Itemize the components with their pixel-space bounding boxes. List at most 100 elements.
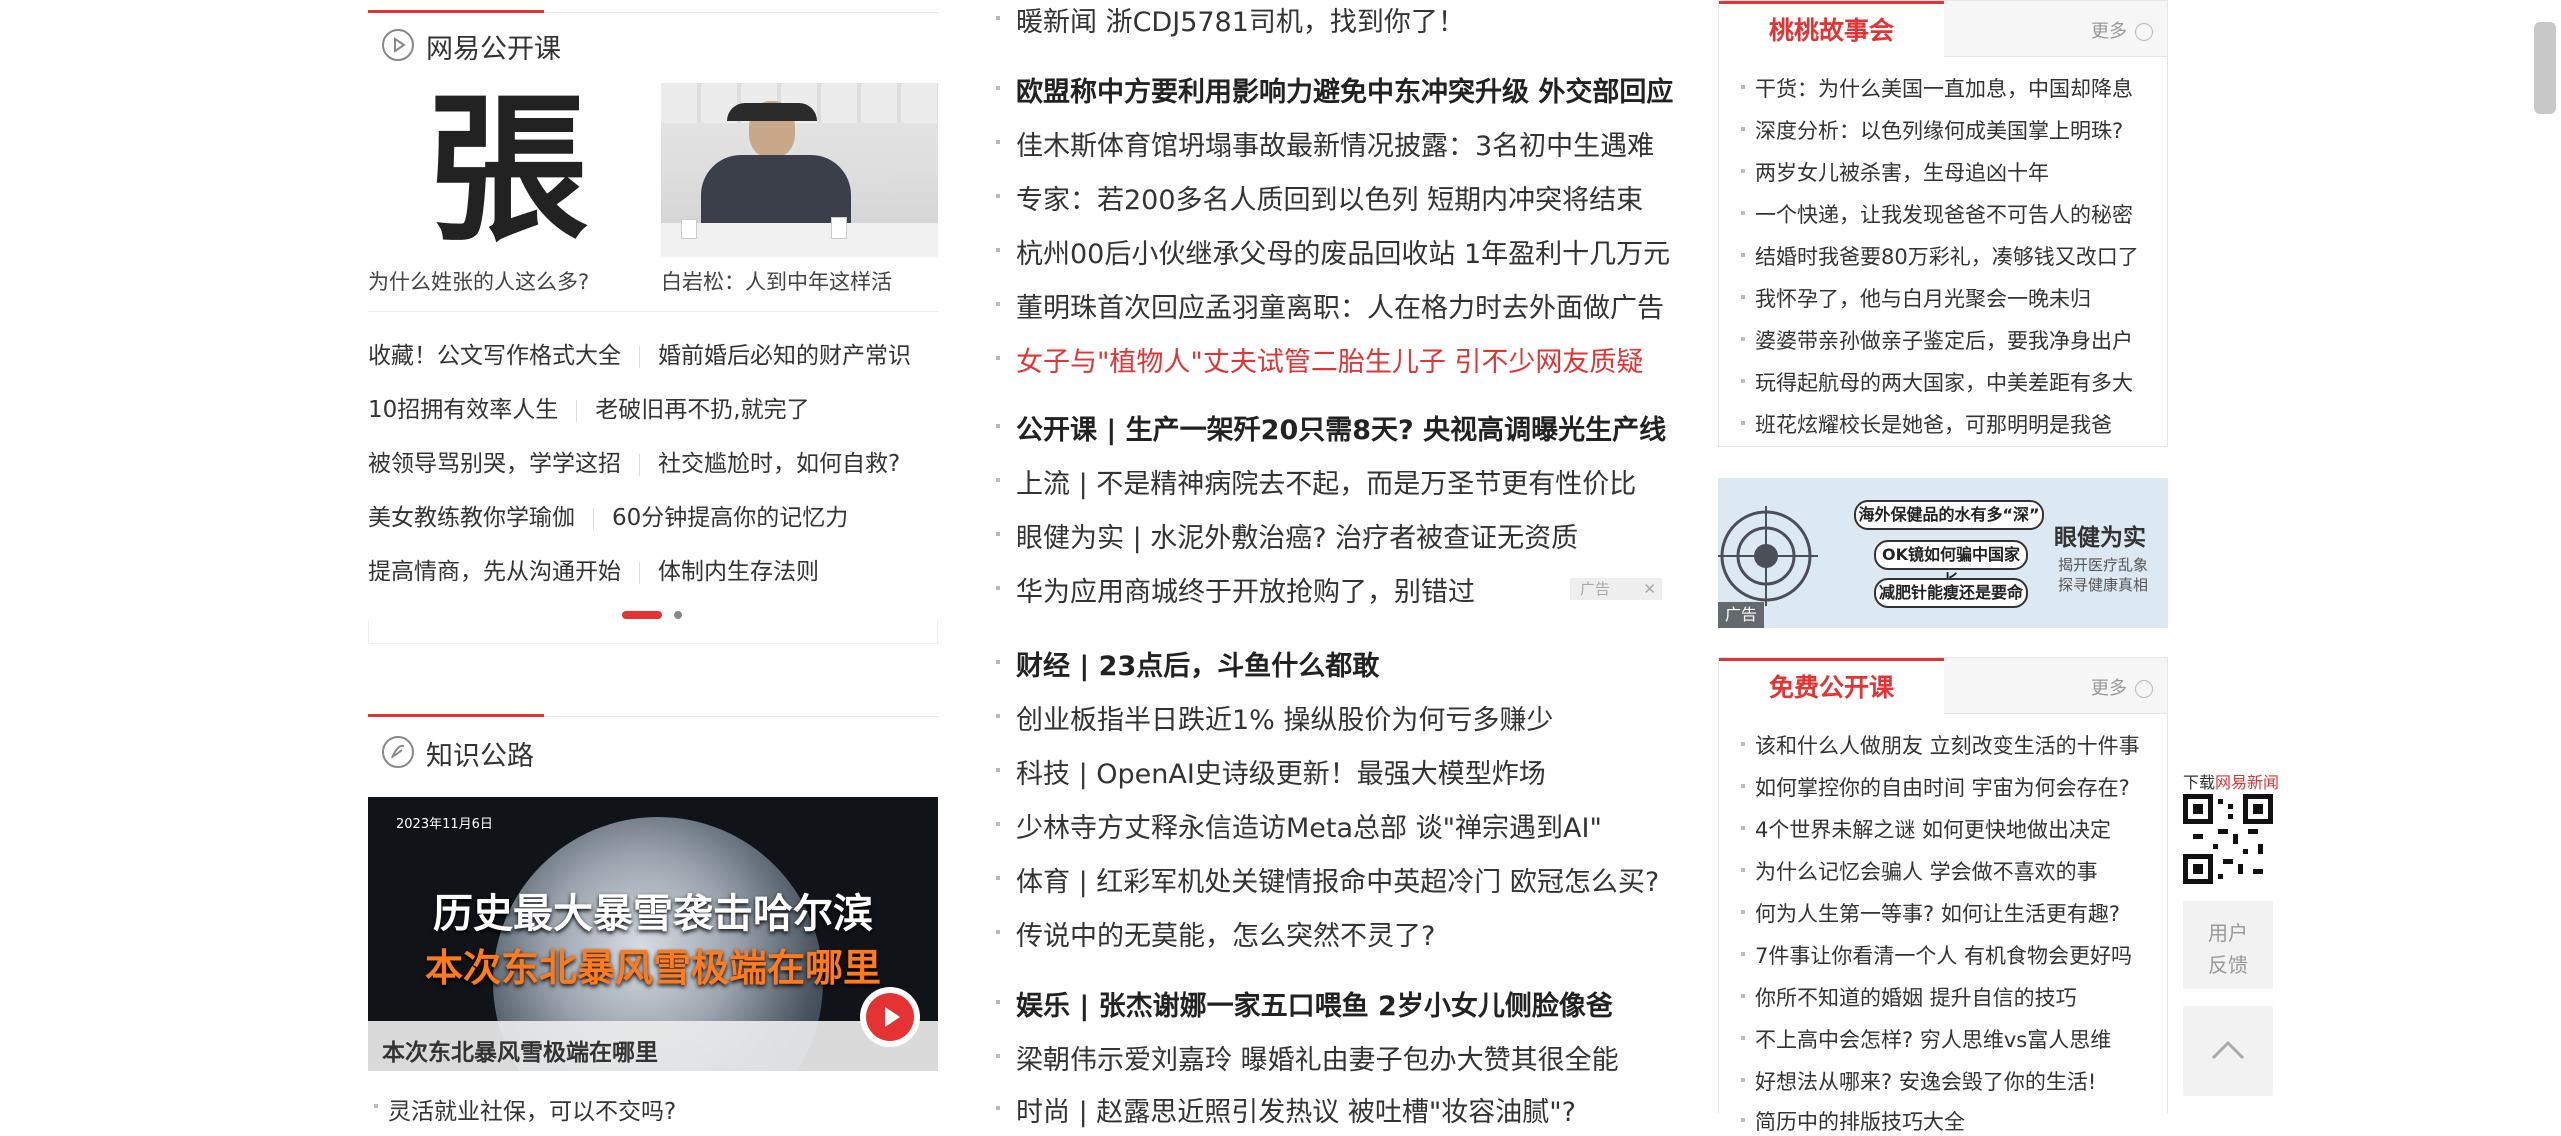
ad-subtitle: 揭开医疗乱象	[2058, 556, 2149, 574]
course-link[interactable]: 10招拥有效率人生	[368, 390, 558, 424]
list-item[interactable]: 你所不知道的婚姻 提升自信的技巧	[1741, 982, 2077, 1012]
person-hair	[727, 103, 817, 121]
qr-code[interactable]	[2183, 794, 2273, 884]
road-icon	[382, 736, 414, 768]
news-link[interactable]: 财经 | 23点后，斗鱼什么都敢	[1016, 644, 1379, 683]
news-link[interactable]: 时尚 | 赵露思近照引发热议 被吐槽"妆容油腻"?	[1016, 1090, 1576, 1129]
news-link[interactable]: 专家：若200多名人质回到以色列 短期内冲突将结束	[1016, 178, 1643, 217]
bullet	[996, 876, 1000, 880]
news-link[interactable]: 公开课 | 生产一架歼20只需8天? 央视高调曝光生产线	[1016, 408, 1666, 447]
tab-bar: 更多	[1944, 658, 2167, 714]
thumb-caption[interactable]: 白岩松：人到中年这样活	[661, 266, 892, 296]
separator	[639, 345, 640, 368]
news-link[interactable]: 女子与"植物人"丈夫试管二胎生儿子 引不少网友质疑	[1016, 340, 1643, 379]
list-item[interactable]: 我怀孕了，他与白月光聚会一晚未归	[1741, 283, 2091, 313]
list-item[interactable]: 婆婆带亲孙做亲子鉴定后，要我净身出户	[1741, 325, 2133, 355]
feedback-button[interactable]: 用户 反馈	[2183, 901, 2273, 989]
back-to-top-button[interactable]	[2183, 1006, 2273, 1096]
list-item[interactable]: 4个世界未解之谜 如何更快地做出决定	[1740, 814, 2111, 844]
thumb-baiyansong[interactable]	[661, 83, 938, 257]
news-link[interactable]: 眼健为实 | 水泥外敷治癌? 治疗者被查证无资质	[1016, 516, 1578, 555]
list-item[interactable]: 何为人生第一等事? 如何让生活更有趣?	[1741, 898, 2120, 928]
feedback-label: 用户	[2208, 921, 2248, 945]
thumb-caption[interactable]: 为什么姓张的人这么多?	[368, 266, 589, 296]
course-link[interactable]: 被领导骂别哭，学学这招	[368, 444, 621, 478]
separator	[576, 399, 578, 422]
course-link[interactable]: 美女教练教你学瑜伽	[368, 498, 575, 532]
list-item[interactable]: 7件事让你看清一个人 有机食物会更好吗	[1740, 940, 2132, 970]
bullet	[996, 768, 1000, 772]
list-item[interactable]: 该和什么人做朋友 立刻改变生活的十件事	[1741, 730, 2140, 760]
course-link[interactable]: 60分钟提高你的记忆力	[612, 498, 848, 532]
course-link[interactable]: 提高情商，先从沟通开始	[368, 552, 621, 586]
course-link[interactable]: 社交尴尬时，如何自救?	[658, 444, 900, 478]
separator	[639, 453, 640, 476]
news-link[interactable]: 杭州00后小伙继承父母的废品回收站 1年盈利十几万元	[1016, 232, 1670, 271]
link-row: 收藏！公文写作格式大全 婚前婚后必知的财产常识	[368, 336, 911, 370]
list-item[interactable]: 不上高中会怎样? 穷人思维vs富人思维	[1740, 1024, 2111, 1054]
news-link[interactable]: 创业板指半日跌近1% 操纵股价为何亏多赚少	[1016, 698, 1553, 737]
list-item[interactable]: 深度分析：以色列缘何成美国掌上明珠?	[1740, 115, 2123, 145]
news-link[interactable]: 传说中的无莫能，怎么突然不灵了?	[1016, 914, 1435, 953]
section-title-opencourse[interactable]: 网易公开课	[426, 27, 561, 66]
news-link[interactable]: 暖新闻 浙CDJ5781司机，找到你了！	[1016, 0, 1465, 39]
list-item[interactable]: 玩得起航母的两大国家，中美差距有多大	[1741, 367, 2133, 397]
ad-tag[interactable]: 广告 ✕	[1570, 578, 1662, 600]
list-item[interactable]: 两岁女儿被杀害，生母追凶十年	[1741, 157, 2049, 187]
list-item[interactable]: 班花炫耀校长是她爸，可那明明是我爸	[1741, 409, 2112, 439]
list-item[interactable]: 结婚时我爸要80万彩礼，凑够钱又改口了	[1741, 241, 2139, 271]
news-link[interactable]: 梁朝伟示爱刘嘉玲 曝婚礼由妻子包办大赞其很全能	[1016, 1038, 1619, 1077]
play-icon	[382, 29, 414, 61]
course-link[interactable]: 收藏！公文写作格式大全	[368, 336, 621, 370]
more-label: 更多	[2091, 678, 2127, 699]
free-course-panel: 更多 免费公开课 该和什么人做朋友 立刻改变生活的十件事 如何掌控你的自由时间 …	[1718, 657, 2168, 1134]
carousel-dot-active[interactable]	[622, 611, 662, 619]
list-item[interactable]: 如何掌控你的自由时间 宇宙为何会存在?	[1741, 772, 2130, 802]
close-icon[interactable]: ✕	[1643, 578, 1656, 600]
bullet	[996, 1054, 1000, 1058]
video-card[interactable]: 2023年11月6日 历史最大暴雪袭击哈尔滨 本次东北暴风雪极端在哪里 本次东北…	[368, 797, 938, 1071]
news-link[interactable]: 少林寺方丈释永信造访Meta总部 谈"禅宗遇到AI"	[1016, 806, 1602, 845]
tab-free-course[interactable]: 免费公开课	[1719, 658, 1944, 714]
bullet	[996, 86, 1000, 90]
news-link[interactable]: 欧盟称中方要利用影响力避免中东冲突升级 外交部回应	[1016, 70, 1673, 109]
more-link[interactable]: 更多	[2091, 17, 2153, 43]
list-item[interactable]: 好想法从哪来? 安逸会毁了你的生活!	[1740, 1066, 2096, 1096]
ad-subtitle: 探寻健康真相	[2058, 576, 2149, 594]
link-row: 美女教练教你学瑜伽 60分钟提高你的记忆力	[368, 498, 848, 532]
scrollbar-thumb[interactable]	[2534, 22, 2556, 114]
download-brand: 网易新闻	[2215, 773, 2280, 792]
course-link[interactable]: 婚前婚后必知的财产常识	[658, 336, 911, 370]
section-accent	[368, 10, 544, 13]
news-link[interactable]: 佳木斯体育馆坍塌事故最新情况披露：3名初中生遇难	[1016, 124, 1654, 163]
list-item[interactable]: 简历中的排版技巧大全	[1741, 1106, 1965, 1136]
course-link[interactable]: 体制内生存法则	[658, 552, 819, 586]
more-link[interactable]: 更多	[2091, 674, 2153, 700]
ad-pill: 海外保健品的水有多“深”	[1854, 500, 2044, 530]
news-link[interactable]: 娱乐 | 张杰谢娜一家五口喂鱼 2岁小女儿侧脸像爸	[1016, 984, 1613, 1023]
news-link[interactable]: 科技 | OpenAI史诗级更新！最强大模型炸场	[1016, 752, 1546, 791]
download-label: 下载网易新闻	[2183, 769, 2279, 793]
bullet	[996, 660, 1000, 664]
bullet	[996, 714, 1000, 718]
news-link[interactable]: 体育 | 红彩军机处关键情报命中英超冷门 欧冠怎么买?	[1016, 860, 1659, 899]
ad-label: 广告	[1580, 580, 1611, 598]
course-link[interactable]: 老破旧再不扔,就完了	[595, 390, 809, 424]
bullet	[996, 194, 1000, 198]
news-link[interactable]: 董明珠首次回应孟羽童离职：人在格力时去外面做广告	[1016, 286, 1664, 325]
video-date: 2023年11月6日	[396, 817, 493, 832]
list-item[interactable]: 灵活就业社保，可以不交吗?	[373, 1092, 676, 1126]
news-link[interactable]: 华为应用商城终于开放抢购了，别错过	[1016, 570, 1475, 609]
carousel-dot[interactable]	[674, 611, 682, 619]
play-button[interactable]	[860, 987, 920, 1047]
thumb-zhang[interactable]: 張	[368, 81, 644, 257]
bullet	[996, 302, 1000, 306]
news-link[interactable]: 上流 | 不是精神病院去不起，而是万圣节更有性价比	[1016, 462, 1636, 501]
list-item[interactable]: 干货：为什么美国一直加息，中国却降息	[1741, 73, 2133, 103]
bullet	[996, 248, 1000, 252]
section-title-knowledge[interactable]: 知识公路	[426, 734, 534, 773]
list-item[interactable]: 一个快递，让我发现爸爸不可告人的秘密	[1741, 199, 2133, 229]
list-item[interactable]: 为什么记忆会骗人 学会做不喜欢的事	[1741, 856, 2098, 886]
ad-banner[interactable]: 海外保健品的水有多“深” OK镜如何骗中国家长 减肥针能瘦还是要命 眼健为实 揭…	[1718, 478, 2168, 628]
tab-stories[interactable]: 桃桃故事会	[1719, 1, 1944, 57]
